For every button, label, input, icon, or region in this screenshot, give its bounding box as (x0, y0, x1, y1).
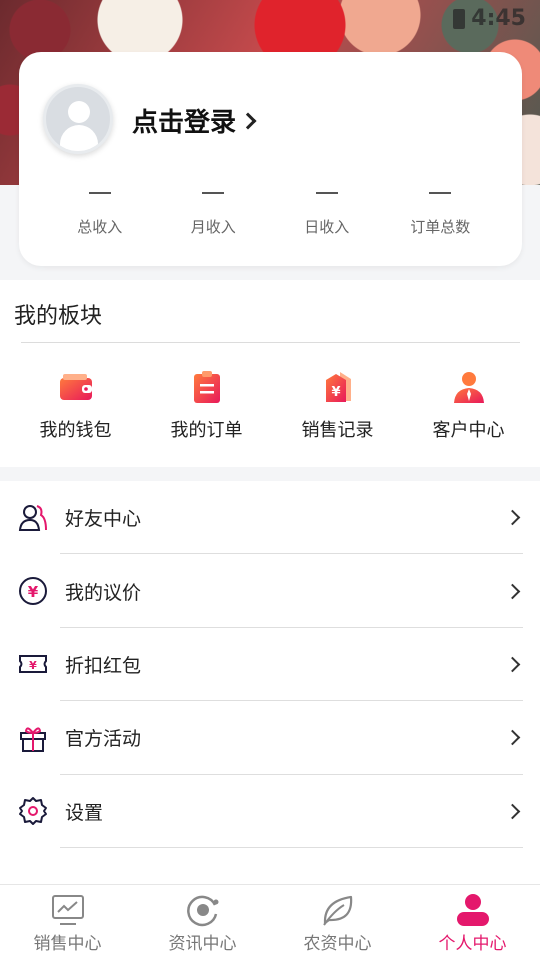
menu-item-my-bargain[interactable]: ¥ 我的议价 (0, 554, 540, 628)
tab-news-center[interactable]: 资讯中心 (135, 885, 270, 960)
stat-value (88, 192, 111, 194)
menu-item-label: 设置 (65, 801, 104, 824)
stat-label: 订单总数 (410, 218, 471, 236)
module-label: 我的钱包 (39, 420, 112, 441)
person-icon (455, 893, 491, 927)
module-customer-center[interactable]: 客户中心 (403, 370, 534, 442)
tab-label: 个人中心 (438, 934, 507, 954)
stat-total-income[interactable]: 总收入 (43, 192, 157, 237)
chevron-right-icon (504, 509, 521, 526)
orbit-icon (185, 893, 221, 927)
customer-icon (451, 370, 487, 404)
module-orders[interactable]: 我的订单 (141, 370, 272, 442)
stat-monthly-income[interactable]: 月收入 (157, 192, 271, 237)
stat-daily-income[interactable]: 日收入 (270, 192, 384, 237)
friends-icon (18, 503, 48, 533)
order-icon (189, 370, 225, 404)
svg-text:¥: ¥ (331, 385, 340, 400)
chevron-right-icon (504, 803, 521, 820)
menu-item-discount-coupons[interactable]: ¥ 折扣红包 (0, 628, 540, 702)
sales-record-icon: ¥ (320, 370, 356, 404)
status-bar: 4:45 (453, 6, 526, 31)
status-time: 4:45 (471, 6, 526, 31)
menu-item-label: 我的议价 (65, 581, 142, 604)
monitor-chart-icon (50, 893, 86, 927)
divider (21, 342, 520, 343)
module-label: 我的订单 (170, 420, 243, 441)
yuan-circle-icon: ¥ (18, 576, 48, 606)
bottom-tab-bar: 销售中心 资讯中心 农资中心 个人中心 (0, 884, 540, 960)
stat-value (429, 192, 452, 194)
gear-icon (18, 796, 48, 826)
module-label: 客户中心 (432, 420, 505, 441)
login-button[interactable]: 点击登录 (132, 102, 257, 139)
chevron-right-icon (504, 583, 521, 599)
menu-item-label: 官方活动 (65, 728, 142, 751)
my-modules-section: 我的板块 我的钱包 我的订单 ¥ 销售记录 客户中心 (0, 280, 540, 467)
svg-text:¥: ¥ (28, 583, 39, 601)
wallet-icon (58, 370, 94, 404)
avatar[interactable] (43, 84, 113, 154)
profile-card: 点击登录 总收入 月收入 日收入 订单总数 (19, 52, 522, 266)
settings-menu-list: 好友中心 ¥ 我的议价 ¥ 折扣红包 官方活动 设置 (0, 481, 540, 884)
chevron-right-icon (239, 112, 257, 129)
battery-icon (453, 8, 466, 29)
stat-order-count[interactable]: 订单总数 (384, 192, 498, 237)
login-label: 点击登录 (132, 108, 237, 138)
chevron-right-icon (504, 730, 521, 746)
stat-label: 日收入 (304, 218, 350, 236)
tab-agri-supplies-center[interactable]: 农资中心 (270, 885, 405, 960)
tab-label: 资讯中心 (168, 934, 237, 954)
stat-value (202, 192, 225, 194)
section-title: 我的板块 (14, 304, 103, 329)
stat-value (315, 192, 338, 194)
coupon-icon: ¥ (18, 649, 48, 679)
leaf-icon (320, 893, 356, 927)
chevron-right-icon (504, 656, 521, 673)
menu-item-label: 折扣红包 (65, 654, 142, 677)
menu-item-label: 好友中心 (65, 508, 142, 531)
stat-label: 总收入 (77, 218, 123, 236)
gift-icon (18, 723, 48, 753)
menu-item-official-events[interactable]: 官方活动 (0, 701, 540, 775)
tab-label: 农资中心 (303, 934, 372, 954)
module-sales-records[interactable]: ¥ 销售记录 (272, 370, 403, 442)
income-stats: 总收入 月收入 日收入 订单总数 (19, 192, 522, 237)
stat-label: 月收入 (190, 218, 236, 236)
menu-item-settings[interactable]: 设置 (0, 775, 540, 848)
menu-item-friends[interactable]: 好友中心 (0, 481, 540, 555)
svg-text:¥: ¥ (29, 659, 37, 672)
tab-personal-center[interactable]: 个人中心 (405, 885, 540, 960)
module-wallet[interactable]: 我的钱包 (10, 370, 141, 442)
tab-label: 销售中心 (33, 934, 102, 954)
module-label: 销售记录 (301, 420, 374, 441)
tab-sales-center[interactable]: 销售中心 (0, 885, 135, 960)
